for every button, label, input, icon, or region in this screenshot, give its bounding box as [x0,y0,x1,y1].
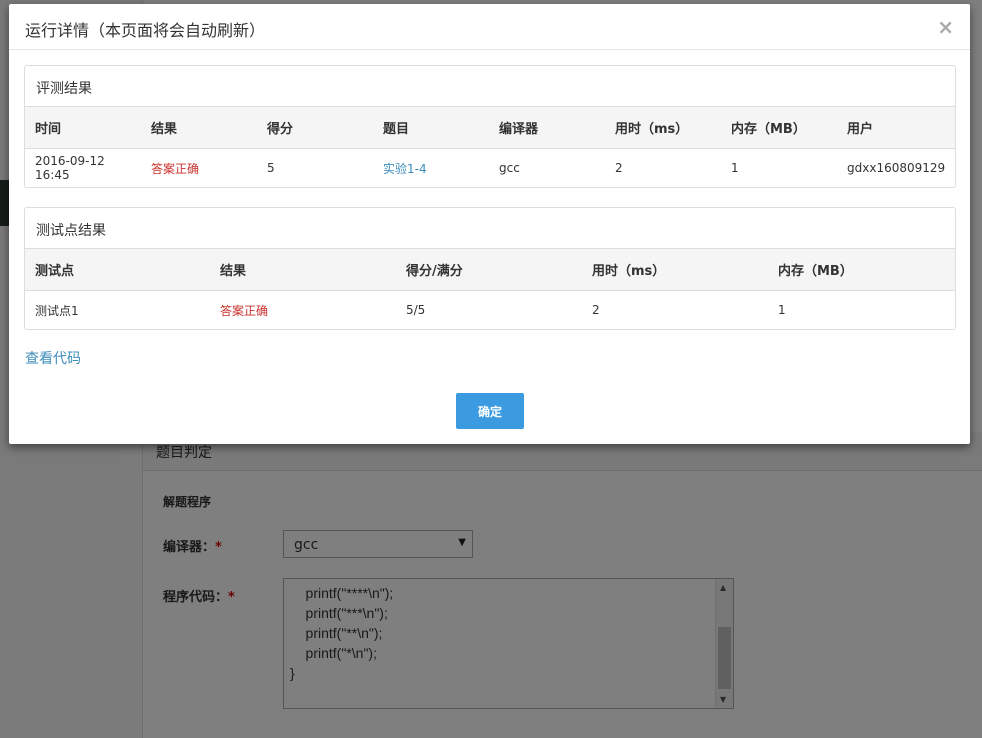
testpoint-result-panel: 测试点结果 测试点 结果 得分/满分 用时（ms） 内存（MB） 测试点1 答案… [24,207,956,330]
col-header-testpoint: 测试点 [25,249,210,291]
col-header-result: 结果 [141,107,257,149]
col-header-memory: 内存（MB） [721,107,837,149]
view-code-link[interactable]: 查看代码 [25,348,81,368]
modal-header: 运行详情（本页面将会自动刷新） × [9,4,970,50]
cell-time-ms: 2 [592,303,600,317]
cell-compiler: gcc [499,161,520,175]
testpoint-result-table: 测试点 结果 得分/满分 用时（ms） 内存（MB） 测试点1 答案正确 5/5… [25,249,955,329]
cell-result-status: 答案正确 [220,303,269,318]
confirm-button[interactable]: 确定 [456,393,524,429]
cell-score: 5 [267,161,275,175]
cell-testpoint: 测试点1 [35,303,79,318]
col-header-score: 得分 [257,107,373,149]
col-header-user: 用户 [837,107,955,149]
cell-time: 2016-09-12 16:45 [35,154,105,182]
table-header-row: 测试点 结果 得分/满分 用时（ms） 内存（MB） [25,249,955,291]
table-row: 测试点1 答案正确 5/5 2 1 [25,291,955,330]
cell-memory: 1 [731,161,739,175]
testpoint-result-heading: 测试点结果 [25,208,955,249]
table-header-row: 时间 结果 得分 题目 编译器 用时（ms） 内存（MB） 用户 [25,107,955,149]
col-header-time-ms: 用时（ms） [605,107,721,149]
cell-score-full: 5/5 [406,303,426,317]
col-header-problem: 题目 [373,107,489,149]
problem-link[interactable]: 实验1-4 [373,149,489,188]
col-header-time-ms: 用时（ms） [582,249,768,291]
col-header-result: 结果 [210,249,396,291]
eval-result-table: 时间 结果 得分 题目 编译器 用时（ms） 内存（MB） 用户 2016-09… [25,107,955,187]
col-header-compiler: 编译器 [489,107,605,149]
col-header-score-full: 得分/满分 [396,249,582,291]
cell-time-ms: 2 [615,161,623,175]
table-row: 2016-09-12 16:45 答案正确 5 实验1-4 gcc 2 1 gd… [25,149,955,188]
cell-result-status: 答案正确 [151,161,200,176]
col-header-memory: 内存（MB） [768,249,955,291]
run-details-modal: 运行详情（本页面将会自动刷新） × 评测结果 时间 结果 得分 题目 编译器 用… [9,4,970,444]
cell-memory: 1 [778,303,786,317]
col-header-time: 时间 [25,107,141,149]
eval-result-heading: 评测结果 [25,66,955,107]
close-icon[interactable]: × [937,15,954,39]
modal-title: 运行详情（本页面将会自动刷新） [25,21,266,40]
eval-result-panel: 评测结果 时间 结果 得分 题目 编译器 用时（ms） 内存（MB） 用户 20… [24,65,956,188]
cell-user: gdxx160809129 [847,161,946,175]
